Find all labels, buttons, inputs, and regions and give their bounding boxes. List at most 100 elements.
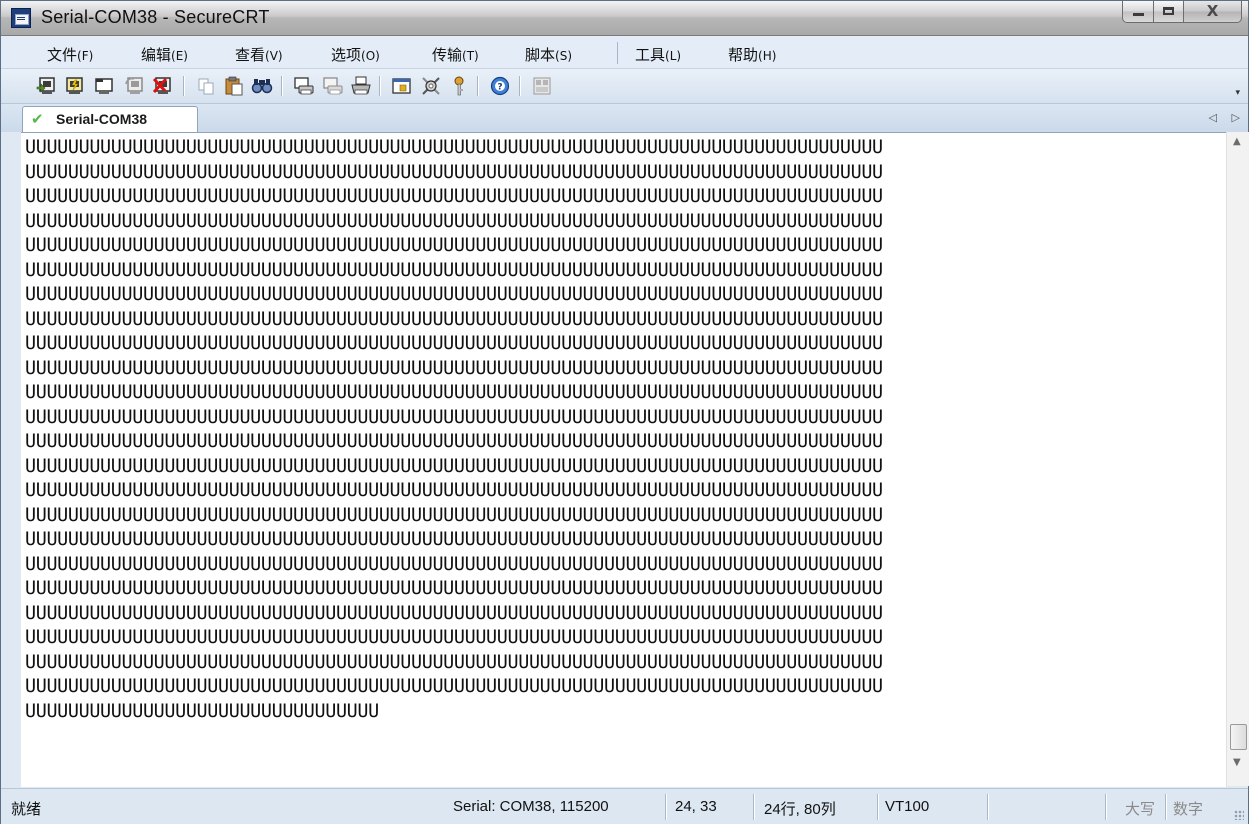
terminal-line: UUUUUUUUUUUUUUUUUUUUUUUUUUUUUUUUUUUUUUUU… [25, 333, 883, 354]
terminal-line: UUUUUUUUUUUUUUUUUUUUUUUUUUUUUUUUUUUUUUUU… [25, 308, 883, 330]
toolbar: ? ▾ [1, 69, 1248, 104]
menu-help-label: 帮助 [728, 46, 759, 64]
terminal-line: UUUUUUUUUUUUUUUUUUUUUUUUUUUUUUUUUUUUUUUU… [25, 284, 883, 305]
terminal-line: UUUUUUUUUUUUUUUUUUUUUUUUUUUUUUUUUUUUUUUU… [25, 578, 883, 599]
connect-icon[interactable] [35, 75, 57, 97]
check-icon: ✔ [31, 110, 44, 128]
menu-transfer-label: 传输 [432, 46, 463, 64]
menu-view[interactable]: 查看(V) [235, 44, 283, 65]
toolbar-separator [281, 76, 282, 96]
session-options-icon[interactable] [391, 75, 413, 97]
menu-file-label: 文件 [47, 46, 78, 64]
toolbar-separator [519, 76, 520, 96]
menu-edit[interactable]: 编辑(E) [141, 44, 188, 65]
menu-edit-label: 编辑 [141, 46, 172, 64]
menu-tools[interactable]: 工具(L) [635, 44, 681, 65]
status-cursor-position: 24, 33 [675, 798, 717, 815]
title-bar[interactable]: Serial-COM38 - SecureCRT X [1, 1, 1248, 36]
status-caps-lock: 大写 [1125, 800, 1156, 818]
about-icon[interactable] [531, 75, 553, 97]
status-emulation: VT100 [885, 798, 930, 815]
menu-view-label: 查看 [235, 46, 266, 64]
minimize-button[interactable] [1122, 1, 1154, 23]
status-separator [1165, 794, 1166, 820]
vertical-scrollbar[interactable]: ▲ ▼ [1226, 132, 1249, 786]
terminal-output[interactable]: UUUUUUUUUUUUUUUUUUUUUUUUUUUUUUUUUUUUUUUU… [21, 132, 1226, 787]
terminal-line: UUUUUUUUUUUUUUUUUUUUUUUUUUUUUUUUUUUUUUUU… [25, 235, 883, 256]
disconnect-icon[interactable] [151, 75, 173, 97]
toolbar-separator [477, 76, 478, 96]
close-icon: X [1206, 2, 1219, 20]
terminal-lines: UUUUUUUUUUUUUUUUUUUUUUUUUUUUUUUUUUUUUUUU… [25, 136, 1226, 724]
key-map-icon[interactable] [448, 75, 470, 97]
copy-icon[interactable] [195, 75, 217, 97]
menu-bar: 文件(F) 编辑(E) 查看(V) 选项(O) 传输(T) 脚本(S) 工具(L… [1, 36, 1248, 69]
find-icon[interactable] [251, 75, 273, 97]
resize-grip-icon[interactable] [1234, 810, 1244, 820]
help-icon[interactable]: ? [489, 75, 511, 97]
terminal-line: UUUUUUUUUUUUUUUUUUUUUUUUUUUUUUUUUUUUUUUU… [25, 186, 883, 207]
terminal-line: UUUUUUUUUUUUUUUUUUUUUUUUUUUUUUUUUUUUUUUU… [25, 455, 883, 477]
menu-tools-label: 工具 [635, 46, 666, 64]
terminal-line: UUUUUUUUUUUUUUUUUUUUUUUUUUUUUUUUUUUUUUUU… [25, 210, 883, 232]
menu-script-key: (S) [555, 49, 572, 63]
menu-options-label: 选项 [331, 46, 362, 64]
toolbar-separator [183, 76, 184, 96]
terminal-line: UUUUUUUUUUUUUUUUUUUUUUUUUUUUUUUUUUUUUUUU… [25, 627, 883, 648]
terminal-line: UUUUUUUUUUUUUUUUUUUUUUUUUUUUUUUUUUUUUUUU… [25, 480, 883, 501]
menu-file-key: (F) [77, 49, 94, 63]
menu-edit-key: (E) [171, 49, 188, 63]
print-screen-icon[interactable] [293, 75, 315, 97]
terminal-line: UUUUUUUUUUUUUUUUUUUUUUUUUUUUUUUUUUUUUUUU… [25, 676, 883, 697]
status-separator [877, 794, 878, 820]
terminal-line: UUUUUUUUUUUUUUUUUUUUUUUUUUUUUUUUUUUUUUUU… [25, 553, 883, 575]
global-options-icon[interactable] [420, 75, 442, 97]
terminal-line: UUUUUUUUUUUUUUUUUUUUUUUUUUUUUUUUUUUUUUUU… [25, 161, 883, 183]
paste-icon[interactable] [223, 75, 245, 97]
status-separator [987, 794, 988, 820]
maximize-icon [1163, 7, 1174, 15]
tab-serial-com38[interactable]: ✔ Serial-COM38 [22, 106, 198, 132]
minimize-icon [1133, 13, 1144, 16]
terminal-line: UUUUUUUUUUUUUUUUUUUUUUUUUUUUUUUUUUUUUUUU… [25, 406, 883, 428]
reconnect-icon[interactable] [123, 75, 145, 97]
scroll-down-arrow-icon[interactable]: ▼ [1233, 757, 1241, 768]
menu-file[interactable]: 文件(F) [47, 44, 93, 65]
maximize-button[interactable] [1154, 1, 1184, 23]
status-bar: 就绪 Serial: COM38, 115200 24, 33 24行, 80列… [1, 788, 1248, 824]
terminal-line: UUUUUUUUUUUUUUUUUUUUUUUUUUUUUUUUUUUUUUUU… [25, 651, 883, 673]
print-icon[interactable] [350, 75, 372, 97]
status-separator [665, 794, 666, 820]
close-button[interactable]: X [1184, 1, 1242, 23]
menu-options[interactable]: 选项(O) [331, 44, 380, 65]
toolbar-separator [379, 76, 380, 96]
terminal-line: UUUUUUUUUUUUUUUUUUUUUUUUUUUUUUUUUUUUUUUU… [25, 137, 883, 158]
quick-connect-icon[interactable] [63, 75, 85, 97]
status-ready: 就绪 [11, 801, 42, 818]
toolbar-overflow-icon[interactable]: ▾ [1235, 88, 1240, 98]
window-title: Serial-COM38 - SecureCRT [41, 7, 270, 27]
terminal-line-last: UUUUUUUUUUUUUUUUUUUUUUUUUUUUUUUUU [25, 700, 379, 722]
status-connection: Serial: COM38, 115200 [453, 798, 609, 815]
scroll-up-arrow-icon[interactable]: ▲ [1233, 136, 1241, 147]
menu-script[interactable]: 脚本(S) [525, 44, 572, 65]
status-separator [753, 794, 754, 820]
terminal-line: UUUUUUUUUUUUUUUUUUUUUUUUUUUUUUUUUUUUUUUU… [25, 602, 883, 624]
print-selection-icon[interactable] [322, 75, 344, 97]
connect-in-tab-icon[interactable] [93, 75, 115, 97]
securecrt-app-icon[interactable] [11, 8, 31, 28]
menu-transfer-key: (T) [462, 49, 479, 63]
svg-text:?: ? [497, 83, 502, 93]
tab-scroll-right-icon[interactable]: ▷ [1232, 111, 1240, 124]
menu-help[interactable]: 帮助(H) [728, 44, 776, 65]
terminal-line: UUUUUUUUUUUUUUUUUUUUUUUUUUUUUUUUUUUUUUUU… [25, 382, 883, 403]
tab-scroll-left-icon[interactable]: ◁ [1209, 111, 1217, 124]
session-tab-strip: ✔ Serial-COM38 ◁ ▷ [1, 104, 1248, 132]
terminal-line: UUUUUUUUUUUUUUUUUUUUUUUUUUUUUUUUUUUUUUUU… [25, 529, 883, 550]
menu-transfer[interactable]: 传输(T) [432, 44, 479, 65]
terminal-line: UUUUUUUUUUUUUUUUUUUUUUUUUUUUUUUUUUUUUUUU… [25, 357, 883, 379]
scrollbar-thumb[interactable] [1230, 724, 1247, 750]
menu-separator [617, 42, 618, 64]
window-left-edge [1, 132, 5, 786]
menu-help-key: (H) [758, 49, 777, 63]
